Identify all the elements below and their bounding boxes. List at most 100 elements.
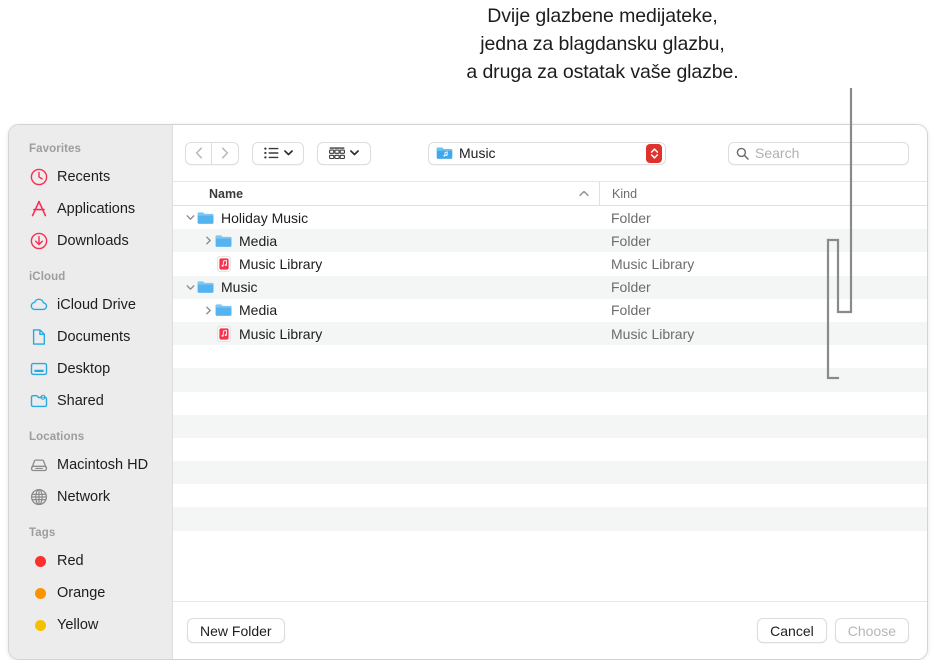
table-row[interactable]: Holiday Music Folder — [173, 206, 927, 229]
sidebar-item-red[interactable]: Red — [9, 545, 172, 577]
disclosure-triangle-collapsed-icon[interactable] — [204, 236, 213, 245]
empty-row — [173, 438, 927, 461]
empty-row — [173, 461, 927, 485]
choose-button: Choose — [834, 618, 909, 643]
new-folder-button-label: New Folder — [200, 622, 272, 639]
disclosure-triangle-expanded-icon[interactable] — [186, 283, 195, 292]
up-down-stepper-icon[interactable] — [646, 143, 662, 163]
back-button[interactable] — [185, 141, 212, 165]
music-folder-icon — [436, 147, 453, 159]
sidebar-item-label: Applications — [57, 201, 136, 217]
row-kind-cell: Folder — [599, 302, 927, 318]
path-popup-button[interactable]: Music — [428, 141, 666, 165]
row-name-cell: Media — [173, 302, 599, 319]
row-name-label: Media — [239, 302, 278, 319]
sidebar-section-favorites: Favorites Recents Applications Downloads — [9, 143, 172, 257]
sidebar-item-documents[interactable]: Documents — [9, 321, 172, 353]
hard-disk-icon — [29, 456, 48, 475]
path-popup-label: Music — [459, 145, 496, 161]
document-icon — [32, 329, 45, 345]
sidebar-item-applications[interactable]: Applications — [9, 193, 172, 225]
hard-disk-icon — [30, 459, 47, 472]
chevron-down-icon — [283, 150, 293, 156]
search-input[interactable]: Search — [755, 145, 799, 161]
sidebar-section-title: Tags — [29, 527, 56, 539]
file-list[interactable]: Holiday Music Folder Media Folder Music Libr… — [173, 206, 927, 601]
toolbar: Music Search — [173, 125, 927, 181]
row-name-cell: Holiday Music — [173, 209, 599, 226]
table-row[interactable]: Media Folder — [173, 229, 927, 253]
disclosure-triangle-expanded-icon[interactable] — [186, 213, 195, 222]
group-view-icon — [329, 146, 345, 159]
empty-row — [173, 414, 927, 438]
row-kind-label: Folder — [611, 209, 651, 226]
sidebar-item-orange[interactable]: Orange — [9, 577, 172, 609]
row-name-cell: Music Library — [173, 325, 599, 342]
sidebar-section-locations: Locations Macintosh HD Network — [9, 431, 172, 513]
disclosure-triangle-collapsed-icon[interactable] — [204, 306, 213, 315]
row-kind-cell: Music Library — [599, 256, 927, 272]
column-header-name-label: Name — [209, 186, 244, 201]
row-kind-label: Music Library — [611, 255, 695, 272]
annotation-line-2: jedna za blagdansku glazbu, — [480, 33, 725, 55]
table-row[interactable]: Music Folder — [173, 275, 927, 299]
navigation-button-group — [185, 141, 239, 165]
row-kind-label: Music Library — [611, 325, 695, 342]
sidebar-item-network[interactable]: Network — [9, 481, 172, 513]
row-disclosure-twisty[interactable] — [201, 306, 215, 315]
sidebar-item-desktop[interactable]: Desktop — [9, 353, 172, 385]
bottom-bar: New Folder Cancel Choose — [173, 601, 927, 659]
sidebar-item-downloads[interactable]: Downloads — [9, 225, 172, 257]
tag-dot-icon — [29, 584, 48, 603]
music-library-icon — [215, 255, 232, 272]
row-name-cell: Media — [173, 232, 599, 249]
list-view-icon — [263, 147, 278, 159]
row-name-cell: Music — [173, 279, 599, 296]
cancel-button[interactable]: Cancel — [757, 618, 827, 643]
empty-row — [173, 484, 927, 507]
main-pane: Music Search Name Kind Holiday Music Fol… — [173, 125, 927, 659]
row-name-label: Media — [239, 232, 278, 249]
view-options-button[interactable] — [252, 141, 304, 165]
sidebar-item-macintosh-hd[interactable]: Macintosh HD — [9, 449, 172, 481]
sidebar-item-label: Orange — [57, 585, 106, 601]
row-disclosure-twisty[interactable] — [183, 283, 197, 292]
sidebar-section-title: Favorites — [29, 143, 82, 155]
sidebar: Favorites Recents Applications Downloads iCl… — [9, 125, 173, 659]
folder-icon — [197, 209, 214, 226]
clock-icon — [30, 168, 47, 186]
tag-dot-icon — [29, 552, 48, 571]
row-disclosure-twisty[interactable] — [201, 236, 215, 245]
row-name-label: Music Library — [239, 255, 323, 272]
row-name-cell: Music Library — [173, 255, 599, 272]
row-kind-cell: Folder — [599, 210, 927, 226]
column-header-kind[interactable]: Kind — [599, 182, 927, 205]
tag-dot-icon — [35, 619, 46, 631]
shared-folder-icon — [29, 392, 48, 411]
music-library-icon — [216, 325, 231, 342]
search-field[interactable]: Search — [728, 141, 909, 165]
sidebar-item-label: Desktop — [57, 361, 111, 377]
row-disclosure-twisty[interactable] — [183, 213, 197, 222]
table-row[interactable]: Music Library Music Library — [173, 252, 927, 275]
folder-icon — [215, 304, 232, 317]
globe-icon — [29, 488, 48, 507]
arrange-by-button[interactable] — [317, 141, 371, 165]
sidebar-item-icloud-drive[interactable]: iCloud Drive — [9, 289, 172, 321]
music-library-icon — [216, 256, 231, 272]
sidebar-item-shared[interactable]: Shared — [9, 385, 172, 417]
table-row[interactable]: Media Folder — [173, 299, 927, 322]
tag-dot-icon — [29, 616, 48, 635]
sidebar-item-yellow[interactable]: Yellow — [9, 609, 172, 641]
row-kind-label: Folder — [611, 279, 651, 296]
table-row[interactable]: Music Library Music Library — [173, 321, 927, 346]
row-kind-label: Folder — [611, 302, 651, 319]
new-folder-button[interactable]: New Folder — [187, 618, 285, 643]
download-icon — [29, 232, 48, 251]
column-header-name[interactable]: Name — [173, 187, 599, 201]
sidebar-item-recents[interactable]: Recents — [9, 161, 172, 193]
row-kind-cell: Music Library — [599, 326, 927, 342]
forward-button[interactable] — [212, 141, 239, 165]
sidebar-item-label: Yellow — [57, 617, 99, 633]
cloud-icon — [29, 296, 48, 315]
